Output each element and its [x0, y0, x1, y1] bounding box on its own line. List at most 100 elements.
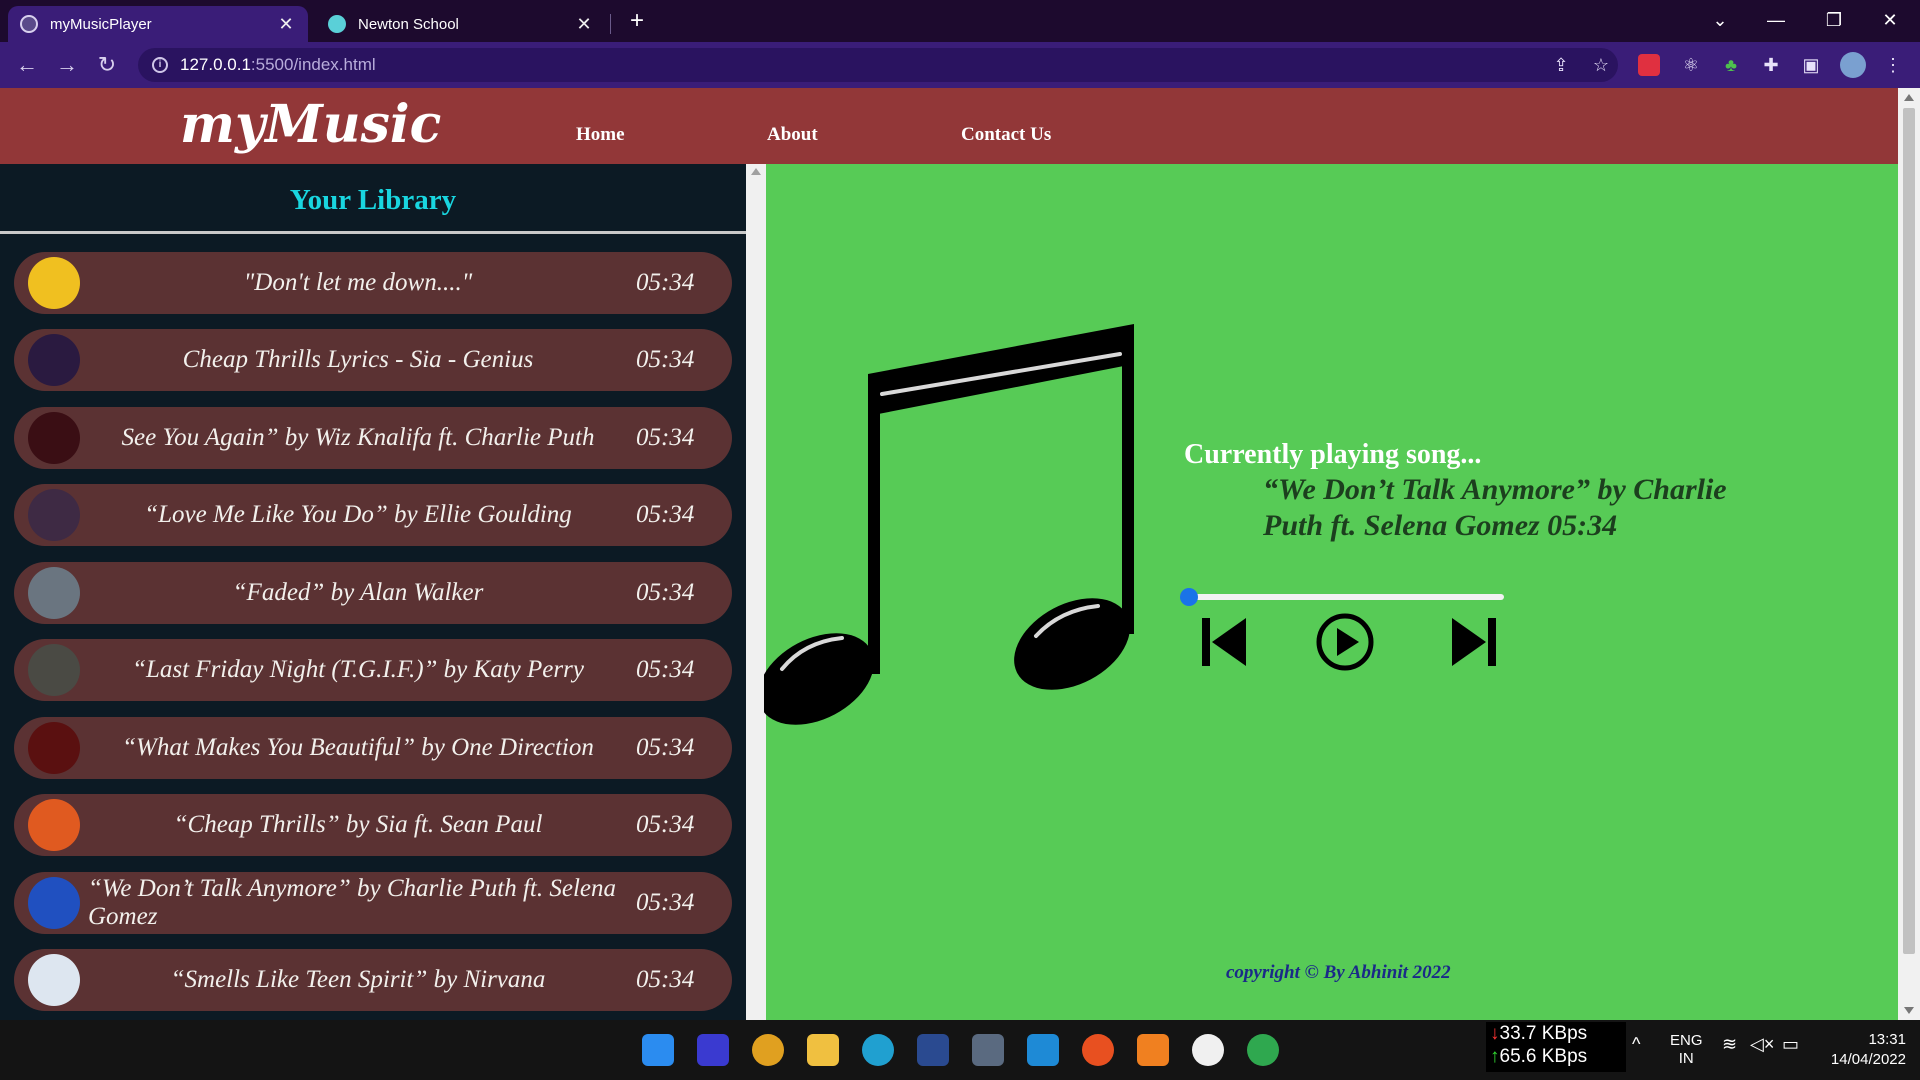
- pocket-extension-icon[interactable]: [1638, 54, 1660, 76]
- profile-avatar[interactable]: [1840, 52, 1866, 78]
- battery-icon[interactable]: ▭: [1782, 1034, 1799, 1055]
- currently-playing-label: Currently playing song...: [1184, 439, 1482, 470]
- scrollbar-thumb[interactable]: [1903, 108, 1915, 954]
- nav-about[interactable]: About: [767, 124, 818, 146]
- nav-contact-us[interactable]: Contact Us: [961, 124, 1051, 146]
- next-icon[interactable]: [1446, 612, 1502, 672]
- song-duration: 05:34: [636, 579, 695, 606]
- browser-toolbar: ← → ↻ i 127.0.0.1:5500/index.html ⇪ ☆ ⚛ …: [0, 42, 1920, 88]
- window-close-icon[interactable]: ✕: [1862, 0, 1918, 40]
- song-item[interactable]: “What Makes You Beautiful” by One Direct…: [14, 717, 732, 779]
- song-duration: 05:34: [636, 346, 695, 373]
- scroll-up-icon[interactable]: [751, 168, 761, 175]
- edge-icon[interactable]: [862, 1034, 894, 1066]
- song-item[interactable]: “Faded” by Alan Walker 05:34: [14, 562, 732, 624]
- album-art: [28, 489, 80, 541]
- album-art: [28, 257, 80, 309]
- firefox-icon[interactable]: [1082, 1034, 1114, 1066]
- close-icon[interactable]: ✕: [574, 14, 594, 35]
- sql-server-icon[interactable]: [972, 1034, 1004, 1066]
- song-title: “We Don’t Talk Anymore” by Charlie Puth …: [88, 875, 616, 930]
- song-item[interactable]: See You Again” by Wiz Knalifa ft. Charli…: [14, 407, 732, 469]
- album-art: [28, 877, 80, 929]
- album-art: [28, 567, 80, 619]
- nav-home[interactable]: Home: [576, 124, 625, 146]
- previous-icon[interactable]: [1196, 612, 1252, 672]
- album-art: [28, 412, 80, 464]
- vscode-icon[interactable]: [1027, 1034, 1059, 1066]
- bookmark-star-icon[interactable]: ☆: [1588, 52, 1614, 78]
- show-hidden-icons-icon[interactable]: ^: [1632, 1034, 1640, 1055]
- url-text: 127.0.0.1:5500/index.html: [180, 55, 376, 74]
- menu-kebab-icon[interactable]: ⋮: [1880, 52, 1906, 78]
- system-clock[interactable]: 13:31 14/04/2022: [1810, 1030, 1906, 1070]
- back-icon[interactable]: ←: [12, 50, 42, 80]
- azure-data-studio-icon[interactable]: [697, 1034, 729, 1066]
- song-title: “Love Me Like You Do” by Ellie Goulding: [144, 501, 572, 528]
- powershell-icon[interactable]: [917, 1034, 949, 1066]
- restore-icon[interactable]: ❐: [1806, 0, 1862, 40]
- song-duration: 05:34: [636, 656, 695, 683]
- sublime-text-icon[interactable]: [1137, 1034, 1169, 1066]
- site-info-icon[interactable]: i: [152, 57, 168, 73]
- play-icon[interactable]: [1313, 612, 1377, 672]
- library-scrollbar[interactable]: [746, 164, 766, 1020]
- globe-icon: [20, 15, 38, 33]
- brand-logo[interactable]: myMusic: [180, 94, 441, 155]
- album-art: [28, 954, 80, 1006]
- song-item[interactable]: “Smells Like Teen Spirit” by Nirvana 05:…: [14, 949, 732, 1011]
- song-item[interactable]: “Cheap Thrills” by Sia ft. Sean Paul 05:…: [14, 794, 732, 856]
- windows-taskbar: ↓33.7 KBps ↑65.6 KBps ^ ENG IN ≋ ◁× ▭ 13…: [0, 1020, 1920, 1080]
- tree-extension-icon[interactable]: ♣: [1718, 52, 1744, 78]
- scroll-up-icon[interactable]: [1904, 94, 1914, 101]
- page-viewport: myMusic Home About Contact Us Your Libra…: [0, 88, 1920, 1020]
- forward-icon[interactable]: →: [52, 50, 82, 80]
- song-item[interactable]: Cheap Thrills Lyrics - Sia - Genius 05:3…: [14, 329, 732, 391]
- tab-mymusicplayer[interactable]: myMusicPlayer ✕: [8, 6, 308, 42]
- slack-icon[interactable]: [1192, 1034, 1224, 1066]
- address-bar[interactable]: i 127.0.0.1:5500/index.html: [138, 48, 1618, 82]
- react-devtools-icon[interactable]: ⚛: [1678, 52, 1704, 78]
- wifi-icon[interactable]: ≋: [1722, 1034, 1737, 1055]
- song-item[interactable]: “We Don’t Talk Anymore” by Charlie Puth …: [14, 872, 732, 934]
- tab-label: myMusicPlayer: [50, 15, 152, 33]
- tab-separator: [610, 14, 611, 34]
- scroll-down-icon[interactable]: [1904, 1007, 1914, 1014]
- album-art: [28, 799, 80, 851]
- newton-school-icon: [328, 15, 346, 33]
- song-duration: 05:34: [636, 734, 695, 761]
- song-duration: 05:34: [636, 269, 695, 296]
- minimize-icon[interactable]: —: [1748, 0, 1804, 40]
- new-tab-button[interactable]: +: [622, 6, 652, 36]
- copyright-text: copyright © By Abhinit 2022: [1226, 962, 1451, 983]
- song-duration: 05:34: [636, 424, 695, 451]
- progress-bar[interactable]: [1180, 588, 1504, 606]
- language-indicator[interactable]: ENG IN: [1670, 1032, 1703, 1068]
- reload-icon[interactable]: ↻: [92, 50, 122, 80]
- side-panel-icon[interactable]: ▣: [1798, 52, 1824, 78]
- song-item[interactable]: "Don't let me down...." 05:34: [14, 252, 732, 314]
- song-title: "Don't let me down....": [243, 269, 473, 296]
- file-explorer-icon[interactable]: [807, 1034, 839, 1066]
- windows-start-icon[interactable]: [642, 1034, 674, 1066]
- share-icon[interactable]: ⇪: [1548, 52, 1574, 78]
- download-speed: 33.7 KBps: [1499, 1023, 1588, 1044]
- chrome-icon[interactable]: [752, 1034, 784, 1066]
- speaker-muted-icon[interactable]: ◁×: [1750, 1034, 1774, 1055]
- extensions-icon[interactable]: ✚: [1758, 52, 1784, 78]
- tab-newton-school[interactable]: Newton School ✕: [316, 6, 606, 42]
- browser-tab-bar: myMusicPlayer ✕ Newton School ✕ + ⌄ — ❐ …: [0, 0, 1920, 42]
- tab-search-icon[interactable]: ⌄: [1692, 0, 1748, 40]
- network-speed-meter: ↓33.7 KBps ↑65.6 KBps: [1486, 1022, 1626, 1072]
- currently-playing-song: “We Don’t Talk Anymore” by Charlie Puth …: [1263, 473, 1727, 542]
- page-scrollbar[interactable]: [1898, 88, 1920, 1020]
- song-duration: 05:34: [636, 811, 695, 838]
- song-library: Your Library "Don't let me down...." 05:…: [0, 164, 746, 1020]
- song-item[interactable]: “Last Friday Night (T.G.I.F.)” by Katy P…: [14, 639, 732, 701]
- close-icon[interactable]: ✕: [276, 14, 296, 35]
- song-title: “Last Friday Night (T.G.I.F.)” by Katy P…: [132, 656, 584, 683]
- progress-thumb[interactable]: [1180, 588, 1198, 606]
- mongodb-compass-icon[interactable]: [1247, 1034, 1279, 1066]
- tab-label: Newton School: [358, 15, 459, 33]
- song-item[interactable]: “Love Me Like You Do” by Ellie Goulding …: [14, 484, 732, 546]
